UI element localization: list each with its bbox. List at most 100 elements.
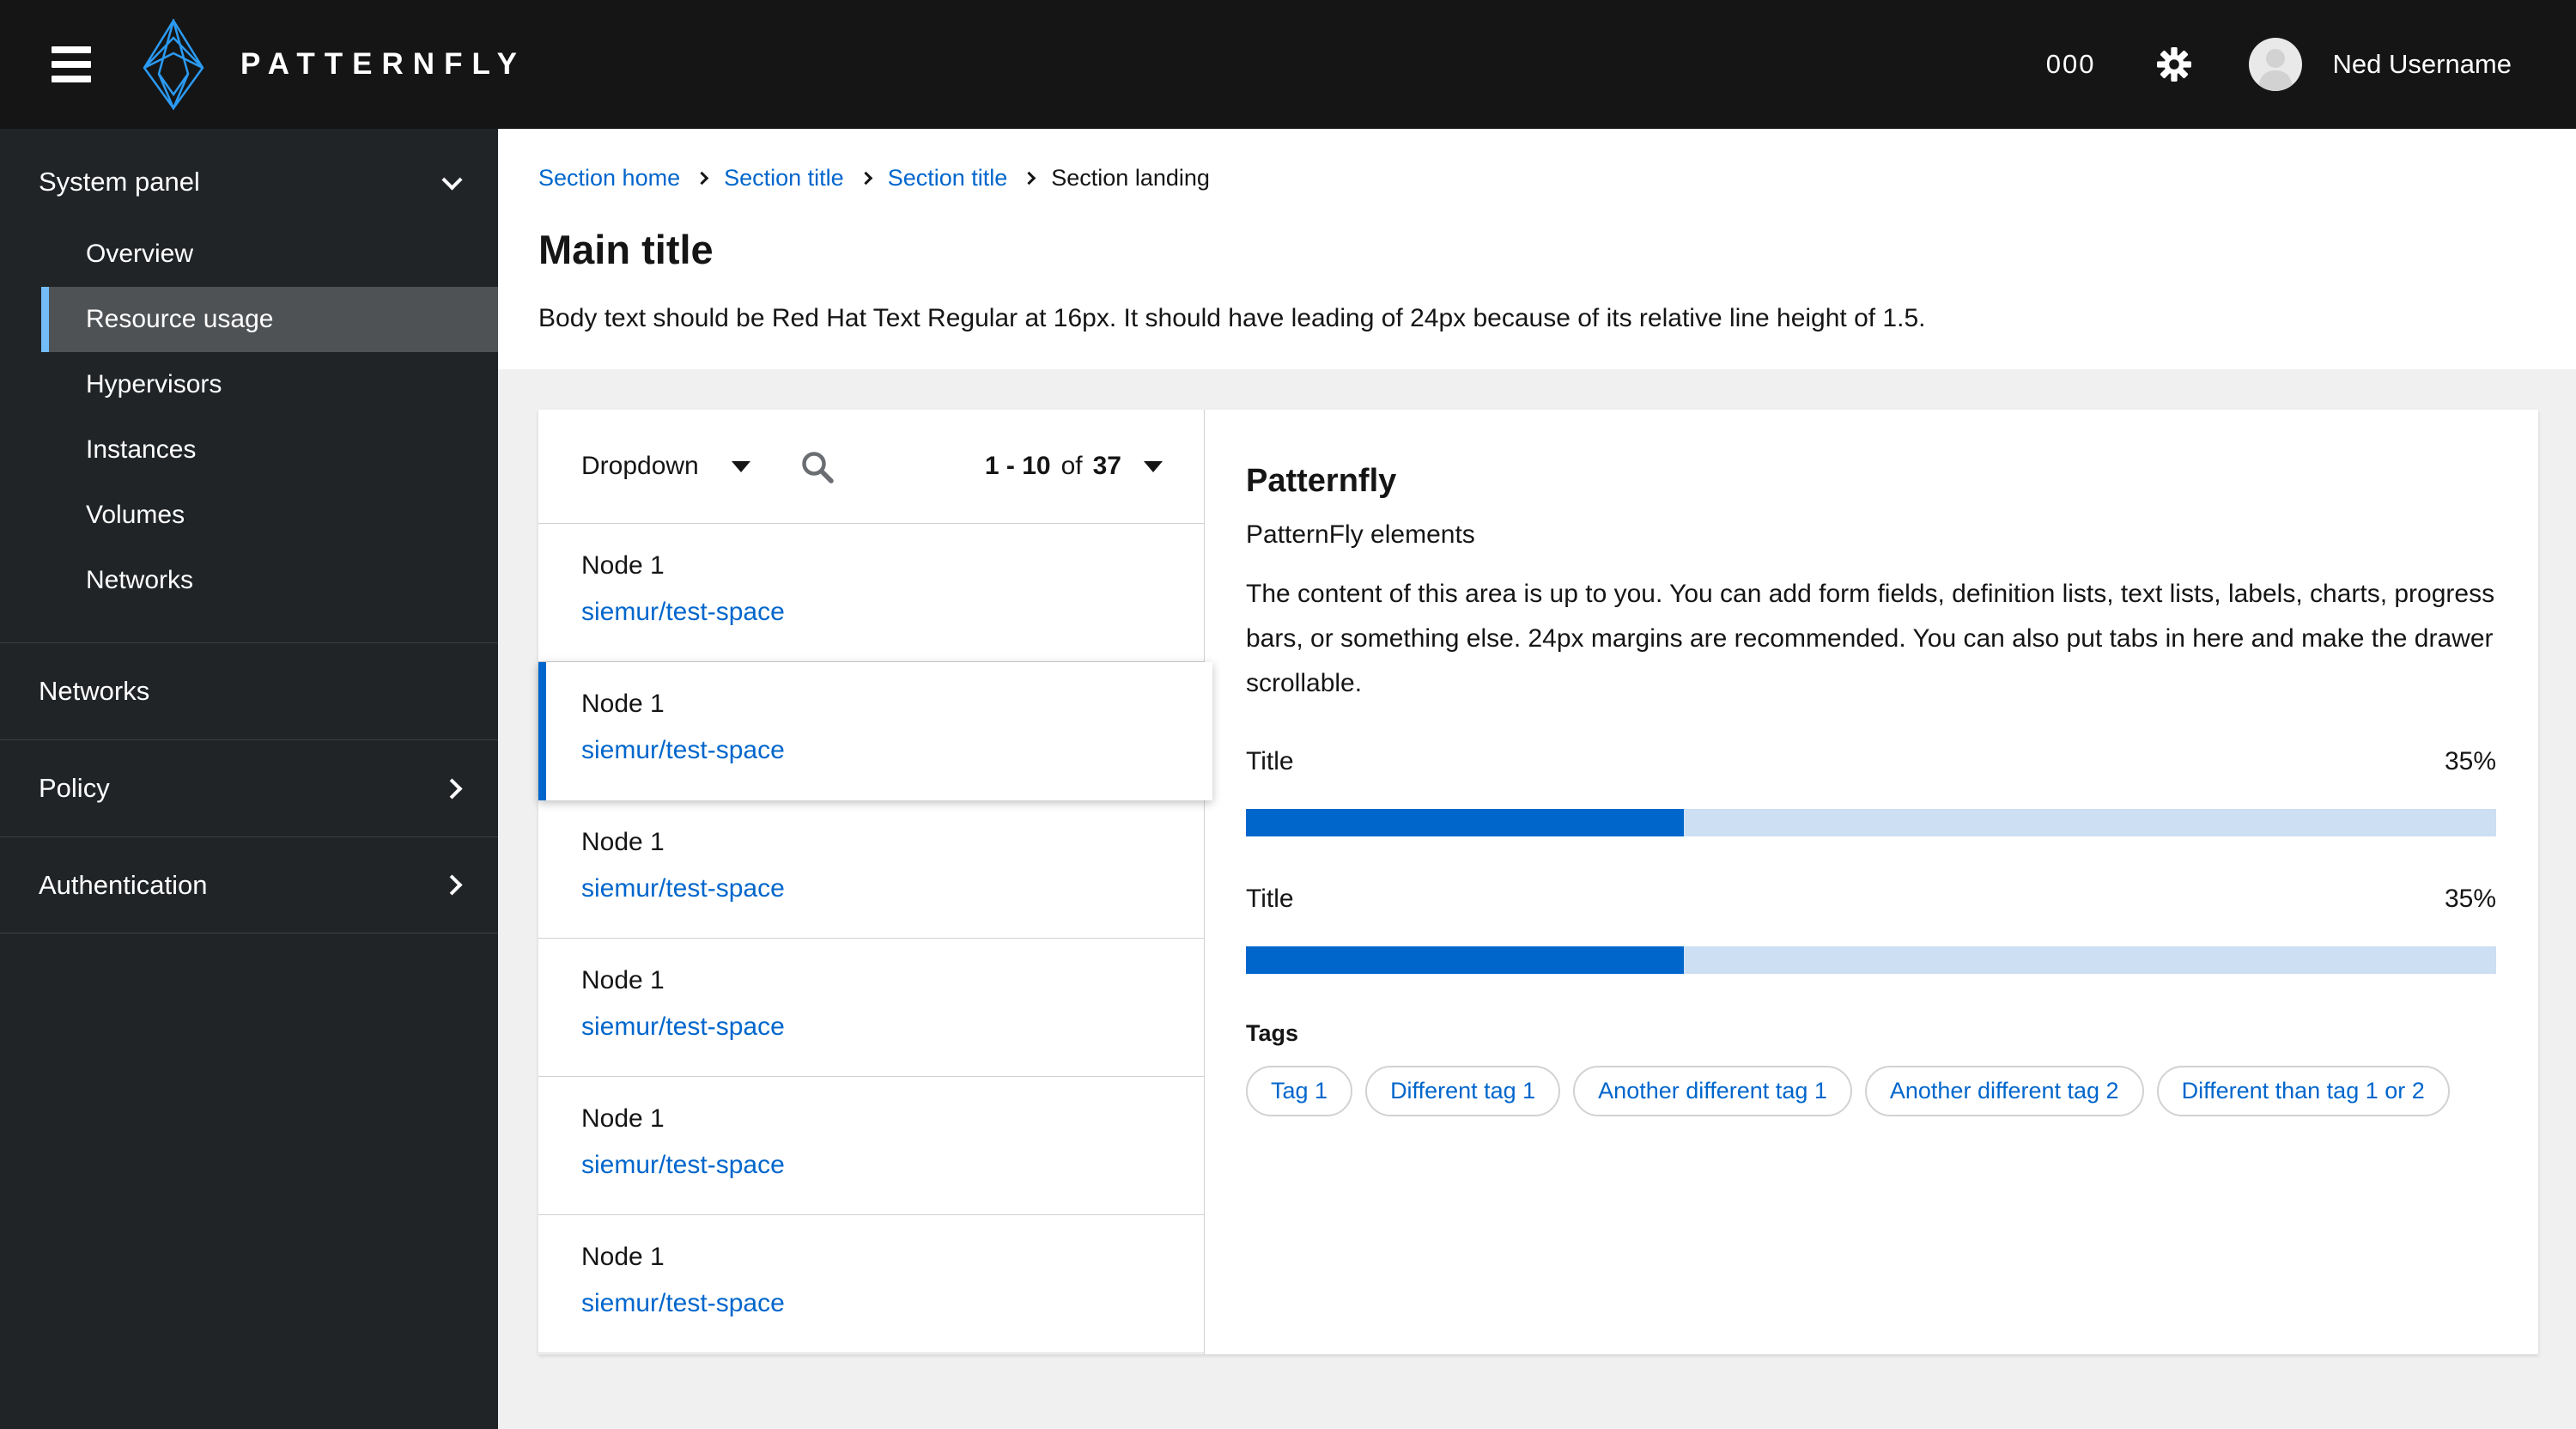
node-title: Node 1 — [581, 966, 665, 994]
avatar-icon — [2257, 49, 2293, 91]
breadcrumb-link[interactable]: Section title — [888, 165, 1008, 192]
search-button[interactable] — [799, 448, 835, 484]
masthead: PATTERNFLY 000 Ned Username — [0, 0, 2576, 129]
node-title: Node 1 — [581, 1104, 665, 1133]
sidebar-item-hypervisors[interactable]: Hypervisors — [0, 352, 498, 417]
page-description: Body text should be Red Hat Text Regular… — [538, 304, 1926, 332]
sidebar-section-policy[interactable]: Policy — [0, 739, 498, 836]
breadcrumb-separator-icon — [1022, 171, 1036, 185]
node-link[interactable]: siemur/test-space — [581, 874, 1163, 903]
progress-track — [1246, 809, 2496, 836]
sidebar-section-networks[interactable]: Networks — [0, 642, 498, 739]
sidebar-item-instances[interactable]: Instances — [0, 417, 498, 483]
progress-fill — [1246, 946, 1684, 974]
gear-icon — [2156, 47, 2191, 82]
data-list: Node 1 siemur/test-space Node 1 siemur/t… — [538, 524, 1212, 1354]
hamburger-icon — [52, 76, 91, 82]
tags-label: Tags — [1246, 1020, 1299, 1046]
list-item[interactable]: Node 1 siemur/test-space — [538, 1215, 1204, 1353]
progress-group: Title 35% — [1246, 747, 2496, 836]
node-title: Node 1 — [581, 690, 665, 718]
pagination-of: of — [1060, 452, 1083, 480]
avatar[interactable] — [2248, 38, 2302, 91]
menu-toggle-button[interactable] — [52, 46, 91, 82]
main-content: Section home Section title Section title… — [498, 129, 2576, 1429]
drawer-description: The content of this area is up to you. Y… — [1246, 580, 2495, 697]
tag-chip[interactable]: Another different tag 2 — [1864, 1066, 2144, 1116]
breadcrumb-separator-icon — [859, 171, 872, 185]
tags-group: Tag 1 Different tag 1 Another different … — [1246, 1066, 2496, 1116]
tag-chip[interactable]: Different than tag 1 or 2 — [2156, 1066, 2450, 1116]
breadcrumb-link[interactable]: Section home — [538, 165, 680, 192]
sidebar-nav: System panel Overview Resource usage Hyp… — [0, 129, 498, 1429]
sidebar-item-resource-usage[interactable]: Resource usage — [41, 287, 498, 352]
tag-chip[interactable]: Another different tag 1 — [1573, 1066, 1852, 1116]
sidebar-section-label: Policy — [39, 773, 110, 803]
progress-value: 35% — [2444, 747, 2496, 775]
progress-label: Title — [1246, 747, 1294, 775]
filter-dropdown-label: Dropdown — [581, 452, 699, 480]
page-header: Section home Section title Section title… — [498, 129, 2576, 369]
node-link[interactable]: siemur/test-space — [581, 1012, 1163, 1042]
node-link[interactable]: siemur/test-space — [581, 598, 1163, 627]
node-title: Node 1 — [581, 551, 665, 580]
list-item[interactable]: Node 1 siemur/test-space — [538, 524, 1204, 662]
node-link[interactable]: siemur/test-space — [581, 1151, 1163, 1180]
sidebar-item-label: Overview — [86, 240, 194, 268]
filter-dropdown[interactable]: Dropdown — [581, 452, 750, 481]
progress-fill — [1246, 809, 1684, 836]
list-toolbar: Dropdown 1 - 10 of 37 — [538, 410, 1204, 524]
sidebar-item-label: Networks — [86, 566, 194, 594]
hamburger-icon — [52, 46, 91, 53]
list-item-selected[interactable]: Node 1 siemur/test-space — [538, 662, 1212, 800]
caret-down-icon — [731, 460, 750, 472]
list-item[interactable]: Node 1 siemur/test-space — [538, 800, 1204, 939]
sidebar-item-label: Volumes — [86, 501, 185, 529]
sidebar-item-label: Instances — [86, 435, 197, 464]
breadcrumb-link[interactable]: Section title — [724, 165, 844, 192]
chevron-right-icon — [441, 777, 463, 800]
pagination-total: 37 — [1092, 452, 1121, 480]
drawer-subtitle: PatternFly elements — [1246, 520, 1475, 549]
breadcrumb-separator-icon — [695, 171, 709, 185]
drawer-panel: Patternfly PatternFly elements The conte… — [1205, 410, 2538, 1354]
sidebar-section-label: Authentication — [39, 869, 208, 900]
sidebar-section-authentication[interactable]: Authentication — [0, 836, 498, 933]
drawer-title: Patternfly — [1246, 463, 1397, 499]
sidebar-item-volumes[interactable]: Volumes — [0, 483, 498, 548]
breadcrumb-current: Section landing — [1051, 165, 1210, 191]
brand-link[interactable]: PATTERNFLY — [136, 19, 526, 110]
breadcrumb: Section home Section title Section title… — [538, 165, 2536, 192]
progress-label: Title — [1246, 885, 1294, 913]
pagination-menu[interactable]: 1 - 10 of 37 — [985, 452, 1163, 481]
node-title: Node 1 — [581, 828, 665, 856]
settings-button[interactable] — [2156, 46, 2192, 82]
masthead-toolbar: 000 Ned Username — [2046, 38, 2512, 91]
node-title: Node 1 — [581, 1243, 665, 1271]
sidebar-item-networks[interactable]: Networks — [0, 548, 498, 613]
sidebar-subnav: Overview Resource usage Hypervisors Inst… — [0, 222, 498, 642]
node-link[interactable]: siemur/test-space — [581, 736, 1171, 765]
hamburger-icon — [52, 61, 91, 68]
list-item[interactable]: Node 1 siemur/test-space — [538, 1077, 1204, 1215]
masthead-counter: 000 — [2045, 49, 2096, 79]
progress-track — [1246, 946, 2496, 974]
chevron-down-icon — [441, 168, 463, 191]
brand-title: PATTERNFLY — [240, 47, 526, 81]
page-title: Main title — [538, 227, 714, 272]
tag-chip[interactable]: Different tag 1 — [1365, 1066, 1561, 1116]
sidebar-section-system-panel[interactable]: System panel — [0, 129, 498, 222]
node-link[interactable]: siemur/test-space — [581, 1289, 1163, 1318]
sidebar-item-overview[interactable]: Overview — [0, 222, 498, 287]
tag-chip[interactable]: Tag 1 — [1246, 1066, 1353, 1116]
search-icon — [802, 452, 834, 483]
progress-group: Title 35% — [1246, 885, 2496, 974]
pagination-range: 1 - 10 — [984, 452, 1051, 480]
list-item[interactable]: Node 1 siemur/test-space — [538, 939, 1204, 1077]
patternfly-logo-icon — [143, 19, 204, 110]
chevron-right-icon — [441, 874, 463, 896]
sidebar-section-label: Networks — [39, 676, 150, 706]
sidebar-section-label: System panel — [39, 167, 200, 197]
username-menu[interactable]: Ned Username — [2333, 49, 2512, 80]
sidebar-item-label: Resource usage — [86, 305, 274, 333]
